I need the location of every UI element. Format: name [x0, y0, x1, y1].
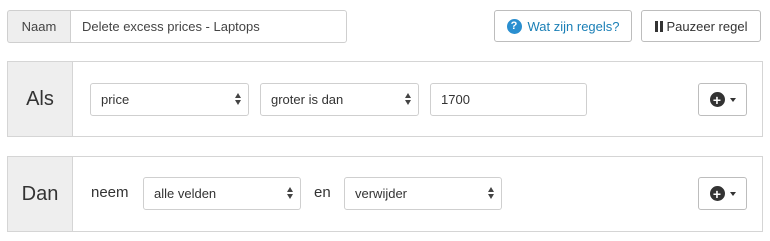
condition-operator-select[interactable]: groter is dan	[260, 83, 419, 116]
plus-circle-icon: +	[709, 186, 725, 201]
select-arrows-icon	[488, 187, 494, 199]
caret-down-icon	[729, 191, 736, 196]
condition-field-value: price	[101, 92, 130, 107]
then-action-block: Dan neem alle velden en verwijder +	[7, 156, 763, 232]
rule-name-label: Naam	[7, 10, 70, 43]
pause-icon	[654, 20, 663, 32]
then-action-body: neem alle velden en verwijder +	[73, 157, 762, 231]
take-text: neem	[91, 184, 129, 201]
pause-rule-button[interactable]: Pauzeer regel	[641, 10, 761, 42]
question-circle-icon: ?	[506, 18, 522, 34]
action-type-select[interactable]: verwijder	[344, 177, 502, 210]
add-action-button[interactable]: +	[698, 177, 747, 210]
rule-name-group: Naam	[7, 10, 347, 43]
select-arrows-icon	[235, 93, 241, 105]
select-arrows-icon	[287, 187, 293, 199]
condition-field-select[interactable]: price	[90, 83, 249, 116]
and-text: en	[314, 184, 331, 201]
add-condition-button[interactable]: +	[698, 83, 747, 116]
condition-operator-value: groter is dan	[271, 92, 344, 107]
rule-name-input[interactable]	[70, 10, 347, 43]
action-fields-value: alle velden	[154, 186, 217, 201]
if-condition-body: price groter is dan +	[73, 62, 762, 136]
what-are-rules-button[interactable]: ? Wat zijn regels?	[494, 10, 632, 42]
caret-down-icon	[729, 97, 736, 102]
action-fields-select[interactable]: alle velden	[143, 177, 301, 210]
if-label: Als	[8, 62, 73, 136]
what-are-rules-label: Wat zijn regels?	[527, 18, 620, 34]
action-type-value: verwijder	[355, 186, 408, 201]
pause-rule-label: Pauzeer regel	[666, 18, 748, 34]
if-condition-block: Als price groter is dan +	[7, 61, 763, 137]
then-label: Dan	[8, 157, 73, 231]
select-arrows-icon	[405, 93, 411, 105]
plus-circle-icon: +	[709, 92, 725, 107]
condition-value-input[interactable]	[430, 83, 587, 116]
